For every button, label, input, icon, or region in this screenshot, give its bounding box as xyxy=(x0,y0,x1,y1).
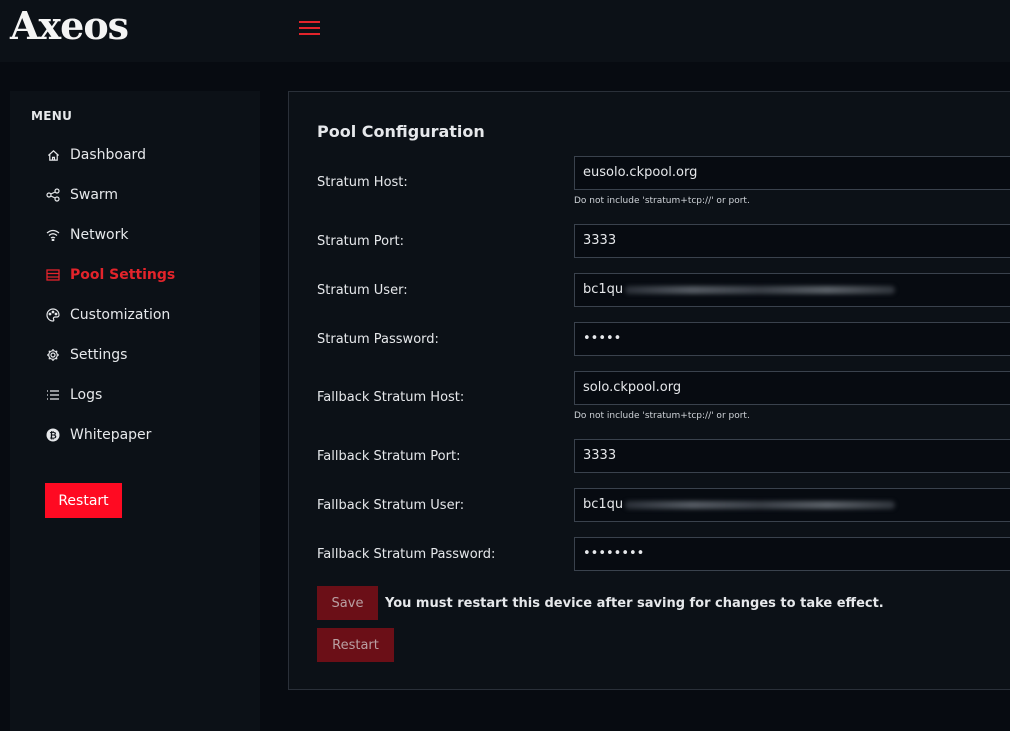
redacted-value xyxy=(625,500,896,509)
sidebar-item-label: Customization xyxy=(70,307,171,323)
sidebar-item-pool-settings[interactable]: Pool Settings xyxy=(46,263,175,287)
share-icon xyxy=(46,188,60,202)
stratum-user-label: Stratum User: xyxy=(317,283,408,298)
top-bar: Axeos xyxy=(0,0,1010,62)
stratum-port-label: Stratum Port: xyxy=(317,234,404,249)
svg-text:₿: ₿ xyxy=(49,431,56,442)
sidebar-item-swarm[interactable]: Swarm xyxy=(46,183,118,207)
sidebar: MENU Dashboard Swarm Network Pool Settin… xyxy=(10,91,260,731)
fallback-stratum-host-hint: Do not include 'stratum+tcp://' or port. xyxy=(574,411,750,421)
restart-note: You must restart this device after savin… xyxy=(385,596,884,611)
page-title: Pool Configuration xyxy=(317,122,485,141)
stratum-password-value: ••••• xyxy=(583,331,622,346)
sidebar-item-customization[interactable]: Customization xyxy=(46,303,170,327)
sidebar-item-label: Settings xyxy=(70,347,128,363)
sidebar-item-network[interactable]: Network xyxy=(46,223,128,247)
sidebar-item-label: Dashboard xyxy=(70,147,146,163)
sidebar-item-settings[interactable]: Settings xyxy=(46,343,127,367)
bitcoin-icon: ₿ xyxy=(46,428,60,442)
sidebar-item-logs[interactable]: Logs xyxy=(46,383,102,407)
gear-icon xyxy=(46,348,60,362)
stratum-host-value: eusolo.ckpool.org xyxy=(583,165,698,180)
palette-icon xyxy=(46,308,60,322)
list-icon xyxy=(46,388,60,402)
stratum-password-label: Stratum Password: xyxy=(317,332,439,347)
fallback-stratum-user-value: bc1qu xyxy=(583,497,624,512)
stratum-user-value: bc1qu xyxy=(583,282,624,297)
sidebar-item-label: Logs xyxy=(70,387,103,403)
fallback-stratum-host-input[interactable]: solo.ckpool.org xyxy=(574,371,1010,405)
stratum-host-label: Stratum Host: xyxy=(317,175,408,190)
sidebar-item-label: Network xyxy=(70,227,129,243)
axeos-logo: Axeos xyxy=(10,3,129,48)
sidebar-item-label: Pool Settings xyxy=(70,267,176,283)
fallback-stratum-user-input[interactable]: bc1qu xyxy=(574,488,1010,522)
sidebar-item-label: Swarm xyxy=(70,187,119,203)
stratum-password-input[interactable]: ••••• xyxy=(574,322,1010,356)
home-icon xyxy=(46,148,60,162)
save-button[interactable]: Save xyxy=(317,586,378,620)
stratum-port-input[interactable]: 3333 xyxy=(574,224,1010,258)
redacted-value xyxy=(625,285,896,294)
pool-configuration-panel: Pool Configuration Stratum Host: eusolo.… xyxy=(288,91,1010,690)
restart-button[interactable]: Restart xyxy=(317,628,394,662)
stratum-host-input[interactable]: eusolo.ckpool.org xyxy=(574,156,1010,190)
fallback-stratum-host-value: solo.ckpool.org xyxy=(583,380,682,395)
fallback-stratum-port-value: 3333 xyxy=(583,448,617,463)
stratum-port-value: 3333 xyxy=(583,233,617,248)
sidebar-item-label: Whitepaper xyxy=(70,427,152,443)
fallback-stratum-user-label: Fallback Stratum User: xyxy=(317,498,465,513)
fallback-stratum-password-value: •••••••• xyxy=(583,546,645,561)
fallback-stratum-password-input[interactable]: •••••••• xyxy=(574,537,1010,571)
hamburger-menu-icon[interactable] xyxy=(299,20,320,36)
sidebar-item-dashboard[interactable]: Dashboard xyxy=(46,143,146,167)
sidebar-item-whitepaper[interactable]: ₿ Whitepaper xyxy=(46,423,151,447)
fallback-stratum-host-label: Fallback Stratum Host: xyxy=(317,390,465,405)
fallback-stratum-password-label: Fallback Stratum Password: xyxy=(317,547,496,562)
menu-title: MENU xyxy=(31,109,73,123)
server-icon xyxy=(46,268,60,282)
stratum-user-input[interactable]: bc1qu xyxy=(574,273,1010,307)
fallback-stratum-port-input[interactable]: 3333 xyxy=(574,439,1010,473)
stratum-host-hint: Do not include 'stratum+tcp://' or port. xyxy=(574,196,750,206)
fallback-stratum-port-label: Fallback Stratum Port: xyxy=(317,449,461,464)
sidebar-restart-button[interactable]: Restart xyxy=(45,483,122,518)
wifi-icon xyxy=(46,228,60,242)
